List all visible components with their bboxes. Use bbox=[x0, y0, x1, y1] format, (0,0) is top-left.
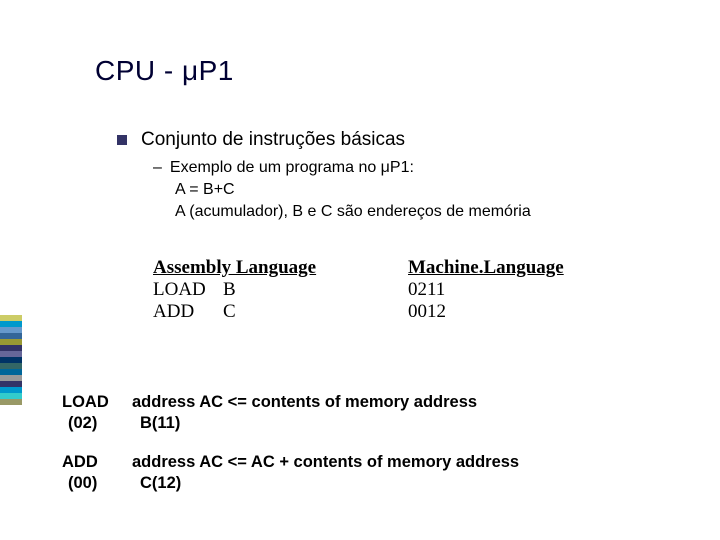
bullet-text: Conjunto de instruções básicas bbox=[141, 129, 405, 151]
slide-title: CPU - μP1 bbox=[95, 55, 690, 87]
definition-row: ADD (00) address AC <= AC + contents of … bbox=[62, 452, 690, 494]
mc-cell: 0211 bbox=[408, 279, 608, 301]
definition-row: LOAD (02) address AC <= contents of memo… bbox=[62, 392, 690, 434]
sub-line: A = B+C bbox=[175, 179, 690, 201]
definitions: LOAD (02) address AC <= contents of memo… bbox=[62, 392, 690, 512]
sub-bullets: – Exemplo de um programa no μP1: A = B+C… bbox=[153, 157, 690, 223]
table-row: ADDC 0012 bbox=[153, 301, 690, 323]
slide-body: CPU - μP1 Conjunto de instruções básicas… bbox=[95, 55, 690, 323]
table-header-row: Assembly Language Machine.Language bbox=[153, 257, 690, 279]
col-header-mc: Machine.Language bbox=[408, 257, 608, 279]
def-description: address AC <= AC + contents of memory ad… bbox=[132, 452, 690, 494]
table-row: LOADB 0211 bbox=[153, 279, 690, 301]
sub-line: A (acumulador), B e C são endereços de m… bbox=[175, 201, 690, 223]
sub-bullet-row: – Exemplo de um programa no μP1: bbox=[153, 157, 690, 179]
def-mnemonic: ADD (00) bbox=[62, 452, 132, 494]
square-bullet-icon bbox=[117, 135, 127, 145]
asm-cell: LOADB bbox=[153, 279, 408, 301]
bullet-item: Conjunto de instruções básicas bbox=[117, 129, 690, 151]
def-description: address AC <= contents of memory address… bbox=[132, 392, 690, 434]
asm-cell: ADDC bbox=[153, 301, 408, 323]
sub-bullet-text: Exemplo de um programa no μP1: bbox=[170, 157, 414, 179]
mc-cell: 0012 bbox=[408, 301, 608, 323]
decorative-stripes bbox=[0, 315, 22, 405]
col-header-asm: Assembly Language bbox=[153, 257, 408, 279]
def-mnemonic: LOAD (02) bbox=[62, 392, 132, 434]
code-table: Assembly Language Machine.Language LOADB… bbox=[153, 257, 690, 323]
dash-icon: – bbox=[153, 157, 162, 179]
